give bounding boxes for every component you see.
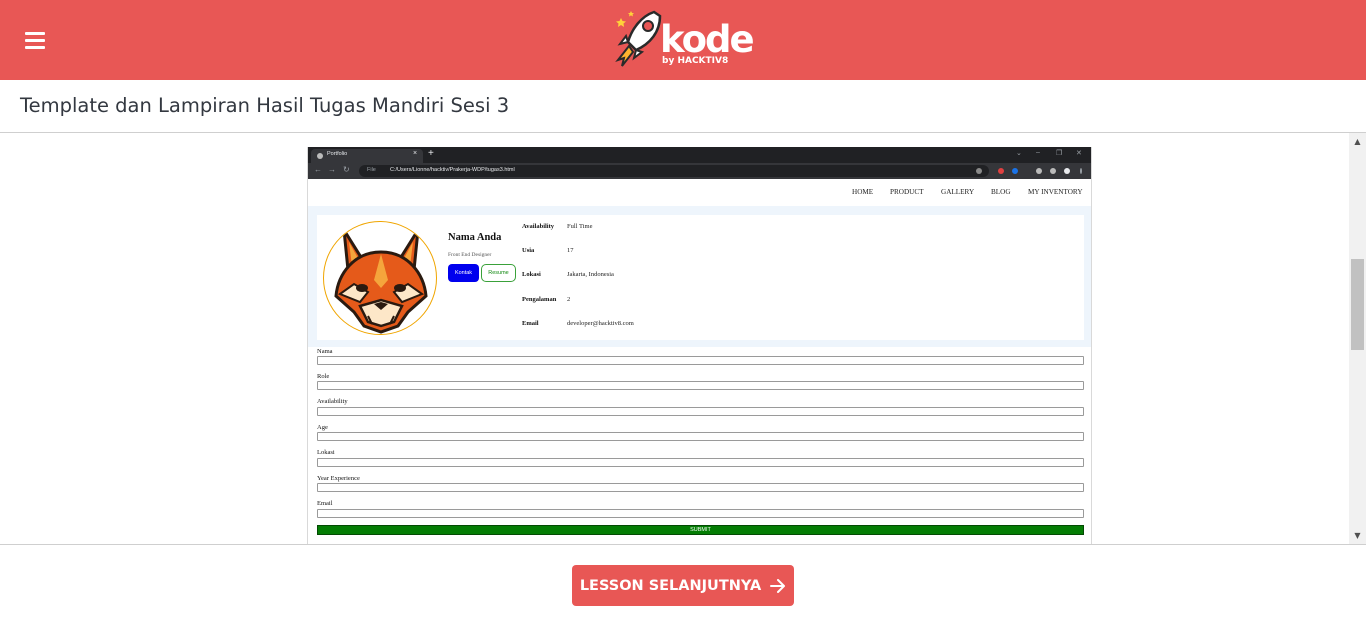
kebab-menu-icon [1080, 168, 1082, 174]
form-label-role: Role [317, 373, 330, 380]
back-icon: ← [314, 165, 322, 174]
form-input-availability [317, 407, 1084, 416]
nav-blog: BLOG [991, 188, 1011, 196]
assignment-screenshot: Portfolio × + ⌄ – ❐ ✕ ← → ↻ File C:/User… [307, 147, 1092, 544]
info-key-pengalaman: Pengalaman [522, 296, 557, 303]
info-value-lokasi: Jakarta, Indonesia [567, 271, 614, 278]
minimize-icon: – [1036, 149, 1040, 156]
page-title: Template dan Lampiran Hasil Tugas Mandir… [20, 94, 510, 117]
rocket-icon [615, 10, 662, 67]
form-label-lokasi: Lokasi [317, 449, 335, 456]
browser-tab-title: Portfolio [327, 151, 348, 157]
scroll-up-arrow-icon[interactable]: ▲ [1349, 133, 1366, 150]
arrow-right-icon [770, 578, 786, 593]
profile-role: Front End Designer [448, 252, 492, 258]
portfolio-nav: HOME PRODUCT GALLERY BLOG MY INVENTORY [308, 179, 1091, 206]
form-input-email [317, 509, 1084, 518]
form-label-age: Age [317, 424, 328, 431]
nav-home: HOME [852, 188, 874, 196]
scroll-down-arrow-icon[interactable]: ▼ [1349, 527, 1366, 544]
portfolio-form: Nama Role Availability Age Lokasi Year E… [308, 347, 1091, 544]
lesson-content[interactable]: Portfolio × + ⌄ – ❐ ✕ ← → ↻ File C:/User… [0, 133, 1349, 544]
info-key-email: Email [522, 320, 539, 327]
info-value-availability: Full Time [567, 223, 593, 230]
puzzle-icon [1036, 168, 1042, 174]
kode-logo[interactable]: kode by HACKTIV8 [612, 8, 757, 72]
info-value-pengalaman: 2 [567, 296, 571, 303]
info-key-lokasi: Lokasi [522, 271, 541, 278]
form-label-email: Email [317, 500, 333, 507]
resume-button: Resume [481, 264, 516, 282]
close-icon: × [413, 150, 418, 157]
profile-name: Nama Anda [448, 232, 502, 243]
profile-card: Nama Anda Front End Designer Kontak Resu… [317, 215, 1084, 340]
profile-icon [1064, 168, 1070, 174]
sidepanel-icon [1050, 168, 1056, 174]
avatar [323, 221, 437, 335]
nav-my-inventory: MY INVENTORY [1028, 188, 1083, 196]
info-value-usia: 17 [567, 247, 574, 254]
share-icon [976, 168, 982, 174]
form-label-availability: Availability [317, 398, 348, 405]
nav-gallery: GALLERY [941, 188, 975, 196]
browser-tab: Portfolio × [311, 149, 423, 163]
browser-tab-strip: Portfolio × + ⌄ – ❐ ✕ [308, 147, 1091, 163]
reload-icon: ↻ [343, 165, 350, 174]
form-input-year-experience [317, 483, 1084, 492]
nav-product: PRODUCT [890, 188, 924, 196]
form-input-role [317, 381, 1084, 390]
kontak-button: Kontak [448, 264, 479, 282]
title-bar: Template dan Lampiran Hasil Tugas Mandir… [0, 80, 1366, 133]
address-file-label: File [367, 167, 376, 173]
next-lesson-button[interactable]: LESSON SELANJUTNYA [572, 565, 794, 606]
new-tab-icon: + [428, 148, 434, 159]
extension-icon [1012, 168, 1018, 174]
browser-toolbar: ← → ↻ File C:/Users/Lionne/hacktiv/Prake… [308, 163, 1091, 179]
form-label-nama: Nama [317, 348, 333, 355]
form-input-nama [317, 356, 1084, 365]
logo-tagline: by HACKTIV8 [662, 56, 729, 66]
fox-mascot-icon [334, 229, 428, 334]
footer: LESSON SELANJUTNYA [0, 544, 1366, 625]
window-close-icon: ✕ [1076, 150, 1082, 157]
scrollbar-thumb[interactable] [1351, 259, 1364, 350]
top-header: kode by HACKTIV8 [0, 0, 1366, 80]
menu-icon[interactable] [25, 32, 45, 49]
info-value-email: developer@hacktiv8.com [567, 320, 634, 327]
content-scrollbar[interactable]: ▲ ▼ [1349, 133, 1366, 544]
info-key-usia: Usia [522, 247, 535, 254]
chevron-down-icon: ⌄ [1016, 150, 1022, 157]
address-bar: File C:/Users/Lionne/hacktiv/Prakerja-WD… [359, 165, 989, 177]
next-lesson-label: LESSON SELANJUTNYA [579, 577, 762, 594]
form-input-lokasi [317, 458, 1084, 467]
globe-icon [317, 153, 323, 159]
extension-icon [998, 168, 1004, 174]
logo-wordmark: kode [660, 18, 755, 61]
submit-button: SUBMIT [317, 525, 1084, 535]
address-url: C:/Users/Lionne/hacktiv/Prakerja-WDP/tug… [390, 167, 515, 173]
restore-icon: ❐ [1056, 150, 1063, 157]
form-input-age [317, 432, 1084, 441]
form-label-year-experience: Year Experience [317, 475, 360, 482]
forward-icon: → [328, 165, 336, 174]
info-key-availability: Availability [522, 223, 555, 230]
